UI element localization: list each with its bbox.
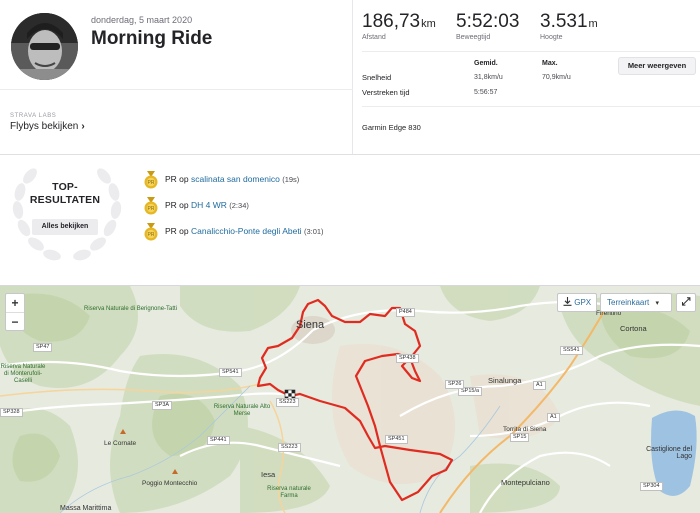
town-label: Montepulciano: [501, 478, 550, 487]
view-all-button[interactable]: Alles bekijken: [32, 219, 98, 235]
pr-time: (2:34): [229, 201, 249, 210]
stat-distance: 186,73km Afstand: [362, 11, 436, 41]
town-label: Iesa: [261, 470, 276, 479]
town-label: Massa Marittima: [60, 505, 112, 512]
road-tag: SP47: [33, 343, 53, 352]
segment-link[interactable]: scalinata san domenico: [191, 174, 280, 184]
stat-unit: km: [421, 18, 436, 30]
segment-link[interactable]: Canalicchio-Ponte degli Abeti: [191, 226, 302, 236]
pr-prefix: PR op: [165, 226, 191, 236]
chevron-right-icon: ›: [81, 121, 85, 132]
device-name: Garmin Edge 830: [362, 123, 421, 132]
flybys-label: Flybys bekijken: [10, 121, 79, 132]
road-tag: P484: [396, 308, 415, 317]
top-results-section: TOP- RESULTATEN Alles bekijken PR PR op …: [0, 155, 700, 270]
download-icon: [563, 297, 572, 306]
strava-labs-label: STRAVA LABS: [10, 113, 57, 119]
elapsed-time-value: 5:56:57: [474, 89, 498, 96]
zoom-control: + −: [5, 293, 25, 331]
pr-time: (3:01): [303, 227, 324, 236]
speed-avg-value: 31,8km/u: [474, 74, 503, 81]
reserve-label: Riserva naturale Farma: [267, 486, 311, 499]
pr-medal-icon: PR: [144, 171, 158, 189]
map-type-label: Terreinkaart: [607, 298, 650, 307]
stat-label: Hoogte: [540, 34, 563, 41]
svg-text:PR: PR: [148, 180, 155, 186]
reserve-label: Riserva Naturale di Monterufoli-Caselli: [0, 364, 46, 384]
gpx-download-button[interactable]: GPX: [557, 293, 597, 312]
stat-elevation: 3.531m Hoogte: [540, 11, 598, 41]
speed-max-value: 70,9km/u: [542, 74, 571, 81]
fullscreen-button[interactable]: ⤢: [676, 293, 696, 312]
road-tag: A1: [533, 381, 546, 390]
flybys-link[interactable]: Flybys bekijken ›: [10, 121, 85, 132]
divider: [362, 51, 700, 52]
road-tag: SP451: [385, 435, 408, 444]
activity-stats: 186,73km Afstand 5:52:03 Beweegtijd 3.53…: [354, 0, 700, 155]
column-avg-header: Gemid.: [474, 60, 498, 67]
reserve-label: Riserva Naturale di Berignone-Tatti: [84, 306, 178, 312]
divider: [0, 89, 353, 90]
road-tag: SP15: [510, 433, 530, 442]
column-max-header: Max.: [542, 60, 558, 67]
show-more-button[interactable]: Meer weergeven: [618, 57, 696, 75]
road-tag: SP441: [207, 436, 230, 445]
top-results-title: TOP- RESULTATEN: [14, 181, 116, 207]
top-results-title-line1: TOP-: [52, 181, 78, 193]
town-label: Sinalunga: [488, 376, 522, 385]
stat-moving-time: 5:52:03 Beweegtijd: [456, 11, 520, 41]
pr-time: (19s): [282, 175, 300, 184]
road-tag: SP438: [396, 354, 419, 363]
road-tag: SP3A: [152, 401, 173, 410]
activity-date: donderdag, 5 maart 2020: [91, 15, 193, 25]
pr-prefix: PR op: [165, 200, 191, 210]
zoom-out-button[interactable]: −: [6, 313, 24, 331]
town-label: Poggio Montecchio: [142, 480, 198, 487]
stat-label: Afstand: [362, 34, 386, 41]
elapsed-time-label: Verstreken tijd: [362, 88, 410, 97]
stat-value: 5:52:03: [456, 11, 520, 32]
stat-value: 186,73: [362, 11, 421, 32]
pr-medal-icon: PR: [144, 197, 158, 215]
athlete-avatar[interactable]: [11, 13, 78, 80]
top-results-title-line2: RESULTATEN: [29, 194, 101, 206]
activity-summary: donderdag, 5 maart 2020 Morning Ride STR…: [0, 0, 353, 155]
speed-label: Snelheid: [362, 73, 392, 82]
gpx-label: GPX: [574, 298, 592, 307]
reserve-label: Riserva Naturale Alto Merse: [213, 404, 271, 417]
pr-prefix: PR op: [165, 174, 191, 184]
svg-text:PR: PR: [148, 232, 155, 238]
activity-header: donderdag, 5 maart 2020 Morning Ride STR…: [0, 0, 700, 155]
road-tag: SS223: [276, 398, 299, 407]
town-label: Castiglione del Lago: [646, 446, 692, 460]
map-terrain: [0, 286, 700, 513]
road-tag: SP541: [219, 368, 242, 377]
city-label-siena: Siena: [296, 319, 325, 331]
laurel-wreath-icon: [12, 168, 122, 261]
road-tag: SP26: [445, 380, 465, 389]
town-label: Torrita di Siena: [503, 426, 547, 433]
road-tag: SP304: [640, 482, 663, 491]
town-label: Cortona: [620, 324, 647, 333]
road-tag: SS223: [278, 443, 301, 452]
svg-text:PR: PR: [148, 206, 155, 212]
route-map[interactable]: Riserva Naturale di Berignone-Tatti Rise…: [0, 286, 700, 513]
pr-medal-icon: PR: [144, 223, 158, 241]
town-label: Le Cornate: [104, 440, 137, 447]
activity-title: Morning Ride: [91, 28, 213, 49]
segment-link[interactable]: DH 4 WR: [191, 200, 227, 210]
road-tag: SS541: [560, 346, 583, 355]
stat-label: Beweegtijd: [456, 34, 491, 41]
road-tag: A1: [547, 413, 560, 422]
zoom-in-button[interactable]: +: [6, 294, 24, 312]
stat-value: 3.531: [540, 11, 588, 32]
divider: [362, 106, 700, 107]
road-tag: SP328: [0, 408, 23, 417]
fullscreen-icon: ⤢: [681, 296, 691, 308]
caret-down-icon: ▾: [655, 300, 659, 307]
stat-unit: m: [588, 18, 598, 30]
map-type-dropdown[interactable]: Terreinkaart ▾: [600, 293, 672, 312]
